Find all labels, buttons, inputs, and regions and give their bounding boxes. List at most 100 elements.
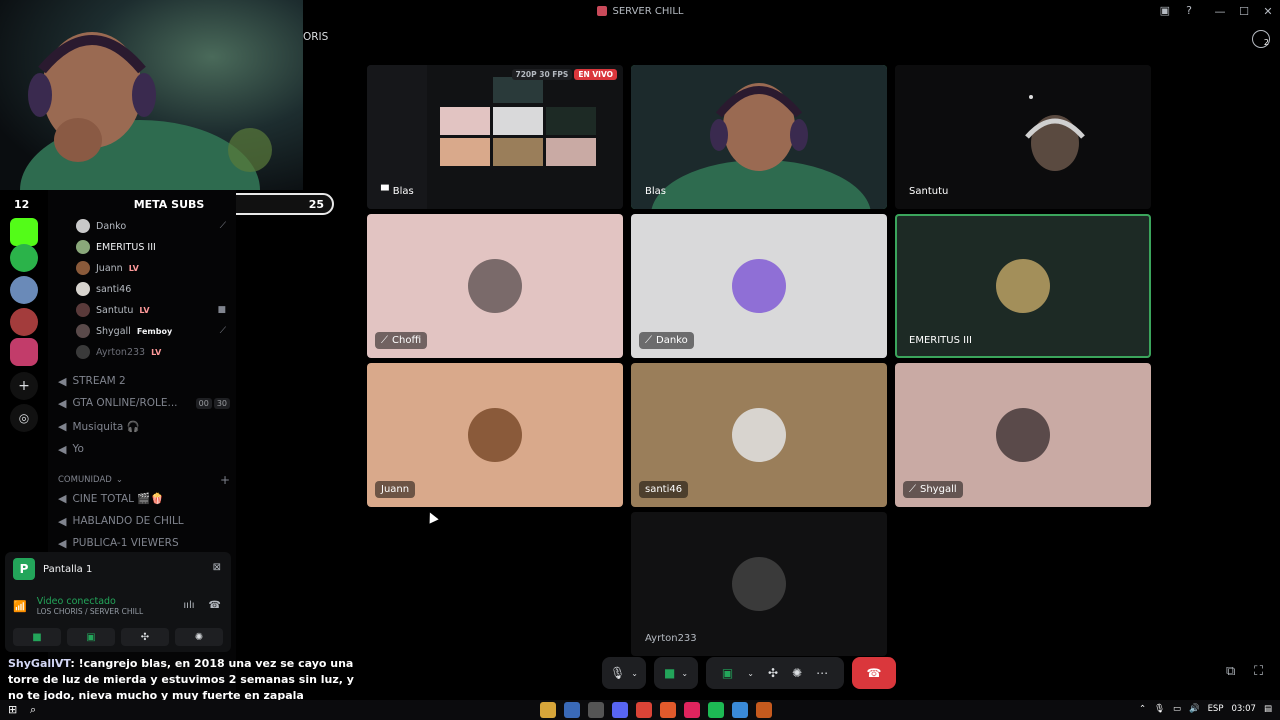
tray-chevron-icon[interactable]: ⌃ [1139, 704, 1146, 714]
add-channel-icon[interactable]: + [220, 473, 230, 487]
server-icon-4[interactable] [10, 308, 38, 336]
frog-server-icon[interactable] [10, 244, 38, 272]
app-icon[interactable] [564, 702, 580, 718]
windows-start-icon[interactable]: ⊞ [8, 703, 17, 716]
notifications-icon[interactable]: ▤ [1264, 704, 1272, 714]
popout-icon[interactable]: ⧉ [1226, 664, 1235, 679]
noise-suppression-icon[interactable]: ıılı [183, 600, 194, 611]
voice-channel[interactable]: ◀ Yo [58, 439, 230, 459]
tile-label: Santutu [903, 183, 954, 200]
discord-window: SERVER CHILL ▣ ? — ☐ ✕ ORIS 2 12 META SU… [0, 0, 1280, 720]
chevron-down-icon[interactable]: ⌄ [747, 669, 754, 678]
voice-user[interactable]: santi46 [76, 279, 226, 299]
tile-label: santi46 [639, 481, 689, 498]
microphone-icon: 🎙 [610, 666, 626, 680]
connection-status-text[interactable]: Video conectado [37, 596, 143, 607]
live-badge: LV [139, 305, 150, 315]
help-icon[interactable]: ? [1186, 4, 1192, 17]
connection-actions: ıılı ☎ [183, 600, 221, 611]
server-icon-3[interactable] [10, 276, 38, 304]
camera-button[interactable]: ■ [13, 628, 61, 646]
voice-user[interactable]: Ayrton233 LV [76, 342, 226, 362]
discord-icon[interactable] [612, 702, 628, 718]
fullscreen-icon[interactable]: ⛶ [1254, 664, 1263, 679]
video-tile-avatar[interactable]: ⟋ Danko [631, 214, 887, 358]
voice-channel[interactable]: ◀ Musiquita 🎧 [58, 416, 230, 436]
file-explorer-icon[interactable] [540, 702, 556, 718]
voice-user[interactable]: Santutu LV ■ [76, 300, 226, 320]
kick-server-icon[interactable] [10, 218, 38, 246]
brave-icon[interactable] [660, 702, 676, 718]
voice-users-icon[interactable]: 2 [1252, 30, 1270, 48]
volume-icon[interactable]: 🔊 [1189, 704, 1200, 714]
voice-user[interactable]: Shygall Femboy ⟋ [76, 321, 226, 341]
user-count-limit: 30 [213, 397, 230, 409]
avatar [76, 345, 90, 359]
voice-user-name: Juann [96, 262, 123, 274]
voice-channel[interactable]: ◀ HABLANDO DE CHILL [58, 511, 230, 531]
video-tile-avatar[interactable]: EMERITUS III [895, 214, 1151, 358]
activities-button[interactable]: ✣ [121, 628, 169, 646]
tile-name: EMERITUS III [909, 335, 972, 346]
speaker-icon: ◀ [58, 419, 67, 433]
tile-label: ⟋ Danko [639, 332, 694, 349]
app-icon[interactable] [732, 702, 748, 718]
video-tile-stream[interactable]: 720P 30 FPS EN VIVO ▀ Blas [367, 65, 623, 209]
network-icon[interactable]: ▭ [1173, 704, 1181, 714]
video-tile-camera[interactable]: Blas [631, 65, 887, 209]
search-icon[interactable]: ⌕ [30, 703, 36, 717]
video-tile-avatar[interactable]: santi46 [631, 363, 887, 507]
disconnect-icon[interactable]: ☎ [209, 600, 221, 611]
video-tile-avatar[interactable]: ⟋ Choffi [367, 214, 623, 358]
tile-name: Santutu [909, 186, 949, 197]
video-tile-avatar[interactable]: Juann [367, 363, 623, 507]
activities-icon[interactable]: ✣ [768, 666, 778, 680]
app-icon[interactable] [588, 702, 604, 718]
microphone-button[interactable]: 🎙 ⌄ [602, 657, 646, 689]
category-name: COMUNIDAD [58, 475, 112, 485]
video-tile-camera[interactable]: Santutu [895, 65, 1151, 209]
soundboard-button[interactable]: ✺ [175, 628, 223, 646]
inbox-icon[interactable]: ▣ [1160, 4, 1170, 17]
camera-button[interactable]: ■ ⌄ [654, 657, 698, 689]
clock[interactable]: 03:07 [1231, 704, 1256, 714]
app-icon[interactable] [684, 702, 700, 718]
voice-user[interactable]: Danko ⟋ [76, 216, 226, 236]
screen-share-icon[interactable]: ▣ [722, 666, 733, 680]
voice-channel[interactable]: ◀ STREAM 2 [58, 371, 230, 391]
server-icon-active[interactable] [10, 338, 38, 366]
close-button[interactable]: ✕ [1256, 0, 1280, 22]
spotify-icon[interactable] [708, 702, 724, 718]
app-icon[interactable] [756, 702, 772, 718]
chrome-icon[interactable] [636, 702, 652, 718]
soundboard-icon[interactable]: ✺ [792, 666, 802, 680]
end-call-button[interactable]: ☎ [852, 657, 896, 689]
voice-user[interactable]: Juann LV [76, 258, 226, 278]
stop-stream-icon[interactable]: ⊠ [213, 562, 221, 573]
voice-user-name: Danko [96, 220, 127, 232]
screen-share-button[interactable]: ▣ [67, 628, 115, 646]
add-server-icon[interactable]: + [10, 372, 38, 400]
channel-name: Musiquita 🎧 [72, 420, 140, 433]
explore-servers-icon[interactable]: ◎ [10, 404, 38, 432]
video-tile-avatar[interactable]: Ayrton233 [631, 512, 887, 656]
tile-label: ⟋ Shygall [903, 481, 963, 498]
voice-channel[interactable]: ◀ GTA ONLINE/ROLE... 00 30 [58, 393, 230, 413]
os-taskbar: ⊞ ⌕ ⌃ 🎙 ▭ 🔊 ESP 03:07 ▤ [0, 700, 1280, 720]
language-indicator[interactable]: ESP [1208, 704, 1224, 714]
minimize-button[interactable]: — [1208, 0, 1232, 22]
category-header[interactable]: COMUNIDAD ⌄ + [58, 473, 230, 487]
voice-user[interactable]: EMERITUS III [76, 237, 226, 257]
tile-name: Danko [656, 335, 688, 346]
avatar [732, 408, 786, 462]
voice-channel[interactable]: ◀ CINE TOTAL 🎬🍿 [58, 488, 230, 508]
screen-share-title: Pantalla 1 [43, 563, 93, 575]
speaker-icon: ◀ [58, 514, 67, 528]
mute-icon: ⟋ [219, 221, 226, 231]
video-tile-avatar[interactable]: ⟋ Shygall [895, 363, 1151, 507]
chat-username: ShyGallVT [8, 657, 71, 670]
voice-channel[interactable]: ◀ PUBLICA-1 VIEWERS [58, 533, 230, 553]
maximize-button[interactable]: ☐ [1232, 0, 1256, 22]
more-options-icon[interactable]: ⋯ [816, 666, 828, 680]
microphone-icon[interactable]: 🎙 [1154, 704, 1165, 714]
